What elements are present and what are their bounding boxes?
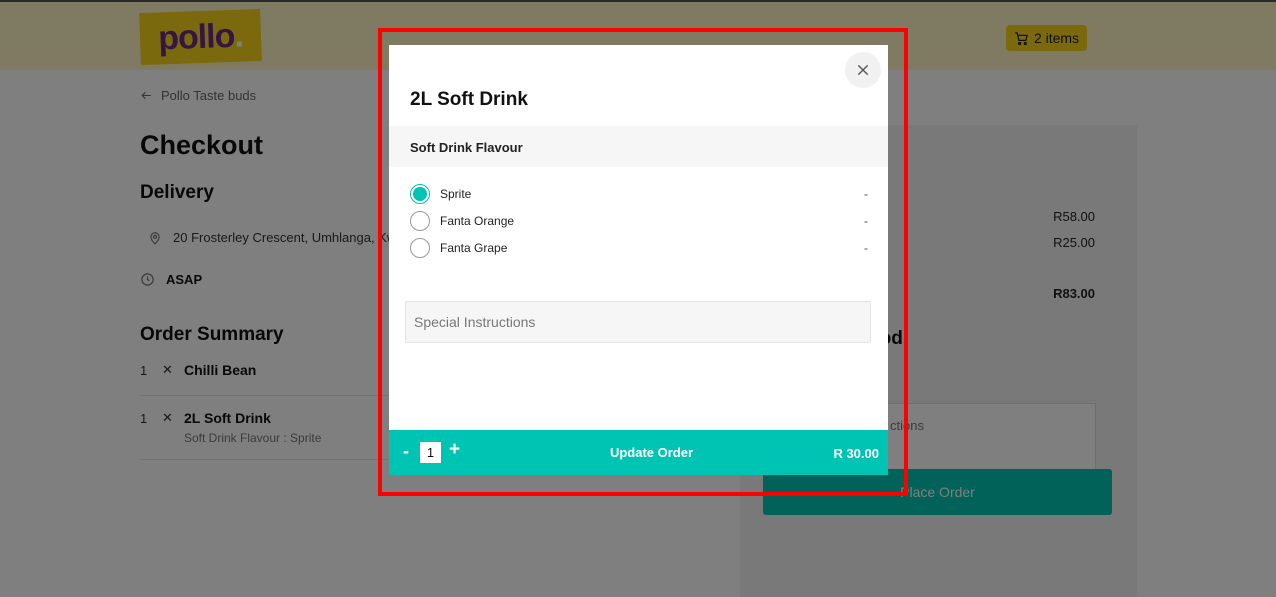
increase-quantity-button[interactable]: + (449, 439, 460, 461)
update-order-button[interactable]: Update Order (539, 430, 764, 475)
flavour-section-label: Soft Drink Flavour (389, 126, 888, 167)
item-options-modal: 2L Soft Drink Soft Drink Flavour Sprite … (389, 45, 888, 475)
option-label: Fanta Grape (440, 241, 508, 255)
radio-unselected[interactable] (410, 211, 430, 231)
modal-title: 2L Soft Drink (410, 89, 528, 110)
special-instructions-input[interactable] (405, 301, 871, 343)
option-price: - (864, 187, 868, 201)
option-price: - (864, 214, 868, 228)
flavour-option-sprite[interactable]: Sprite - (410, 183, 868, 205)
quantity-value[interactable]: 1 (420, 442, 441, 463)
flavour-option-fanta-orange[interactable]: Fanta Orange - (410, 210, 868, 232)
option-price: - (864, 241, 868, 255)
modal-footer: - 1 + Update Order R 30.00 (389, 430, 888, 475)
radio-unselected[interactable] (410, 238, 430, 258)
close-icon (857, 64, 869, 76)
close-button[interactable] (845, 52, 881, 88)
decrease-quantity-button[interactable]: - (403, 441, 409, 462)
option-label: Sprite (440, 187, 472, 201)
modal-price: R 30.00 (833, 446, 879, 461)
flavour-option-fanta-grape[interactable]: Fanta Grape - (410, 237, 868, 259)
option-label: Fanta Orange (440, 214, 515, 228)
radio-selected[interactable] (410, 184, 430, 204)
